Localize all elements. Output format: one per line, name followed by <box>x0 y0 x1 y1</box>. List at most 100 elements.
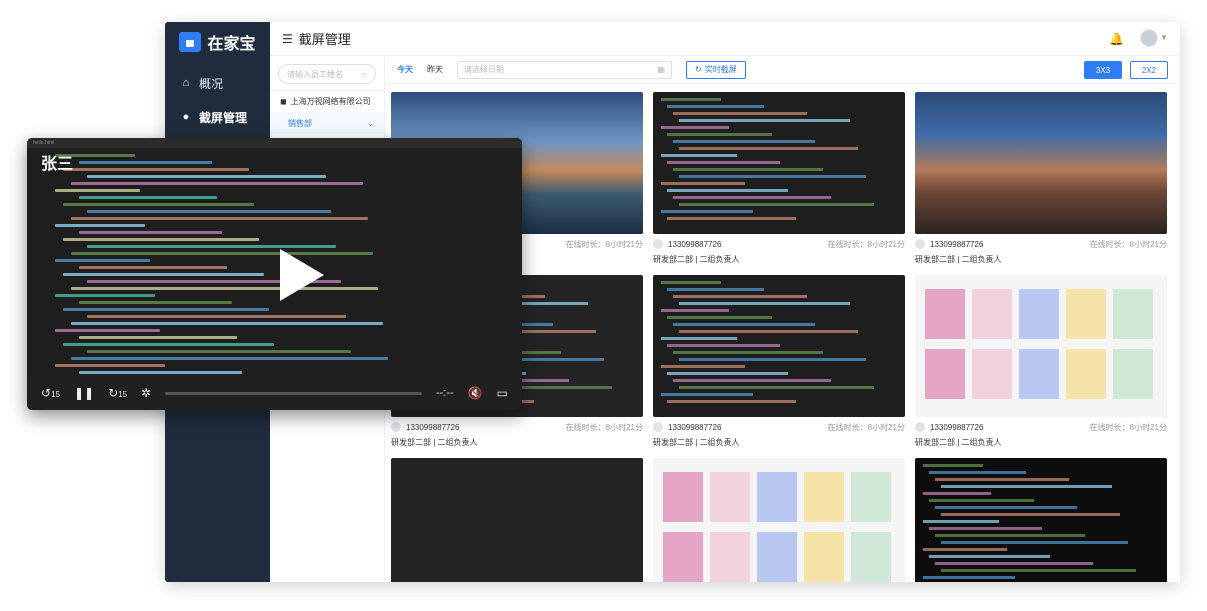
screenshot-content-line <box>923 464 983 467</box>
screenshot-content-line <box>667 133 772 136</box>
screenshot-content-line <box>661 393 753 396</box>
code-line <box>55 189 140 192</box>
code-line <box>71 287 378 290</box>
screenshot-content-block <box>663 532 703 582</box>
code-line <box>63 343 274 346</box>
online-duration: 在线时长：8小时21分 <box>827 422 905 432</box>
code-line <box>63 203 254 206</box>
sidebar-item-screenshot-management[interactable]: ● 截屏管理 <box>165 100 270 134</box>
screenshot-content-line <box>667 316 772 319</box>
screenshot-content-block <box>851 532 891 582</box>
screenshot-content-line <box>661 337 737 340</box>
online-duration: 在线时长：8小时21分 <box>565 239 643 249</box>
screenshot-card[interactable] <box>915 458 1167 582</box>
code-line <box>87 210 331 213</box>
screenshot-content-line <box>679 330 858 333</box>
screenshot-content-block <box>851 472 891 522</box>
grid-3x3-button[interactable]: 3X3 <box>1084 61 1122 79</box>
logo-text: 在家宝 <box>207 36 256 53</box>
screenshot-card[interactable]: 133099887726 在线时长：8小时21分 研发部二部 | 二组负责人 <box>915 275 1167 449</box>
screenshot-content-line <box>661 365 745 368</box>
screenshot-content-block <box>804 532 844 582</box>
bell-icon[interactable]: 🔔 <box>1109 32 1124 46</box>
tab-yesterday[interactable]: 昨天 <box>427 64 443 75</box>
refresh-icon: ↻ <box>695 65 702 74</box>
online-duration: 在线时长：8小时21分 <box>1089 422 1167 432</box>
code-line <box>71 322 383 325</box>
screenshot-thumbnail[interactable] <box>653 92 905 234</box>
page-title: 截屏管理 <box>298 32 351 47</box>
tab-today[interactable]: 今天 <box>397 64 413 75</box>
user-department: 研发部二部 | 二组负责人 <box>653 438 740 447</box>
screenshot-card[interactable]: 133099887726 在线时长：8小时21分 研发部二部 | 二组负责人 <box>653 275 905 449</box>
screenshot-card[interactable] <box>391 458 643 582</box>
screenshot-thumbnail[interactable] <box>391 458 643 582</box>
progress-bar[interactable] <box>165 391 422 395</box>
screenshot-content-line <box>673 351 823 354</box>
screenshot-content-line <box>929 555 1050 558</box>
realtime-screenshot-button[interactable]: ↻ 实时截屏 <box>686 60 746 79</box>
screenshot-content-line <box>661 281 721 284</box>
online-duration: 在线时长：8小时21分 <box>565 422 643 432</box>
sidebar-item-overview[interactable]: ⌂ 概况 <box>165 66 270 100</box>
screenshot-content-block <box>1019 349 1059 399</box>
player-controls: ↺15 ❚❚ ↻15 ✲ --:-- 🔇 ▭ <box>27 376 522 410</box>
screenshot-content-block <box>925 289 965 339</box>
airplay-icon[interactable]: ▭ <box>497 386 508 400</box>
search-icon: ○ <box>362 69 367 79</box>
screenshot-content-line <box>923 548 1007 551</box>
skip-back-seconds: 15 <box>51 390 60 399</box>
date-picker[interactable]: 请选择日期 ▦ <box>457 60 672 79</box>
menu-fold-icon[interactable]: ☰ <box>282 32 293 46</box>
screenshot-content-block <box>972 349 1012 399</box>
screenshot-content-block <box>1066 289 1106 339</box>
avatar[interactable] <box>1140 29 1158 47</box>
screenshot-card[interactable]: 133099887726 在线时长：8小时21分 研发部二部 | 二组负责人 <box>653 92 905 266</box>
screenshot-content-line <box>673 196 831 199</box>
video-player[interactable]: hello.html 张三 ↺15 ❚❚ ↻15 ✲ --:-- 🔇 ▭ <box>27 138 522 410</box>
grid-2x2-button[interactable]: 2X2 <box>1130 61 1168 79</box>
screenshot-thumbnail[interactable] <box>653 458 905 582</box>
user-phone: 133099887726 <box>930 239 984 249</box>
screenshot-content-line <box>941 485 1112 488</box>
tree-company-node[interactable]: ◼ 上海万视网络有限公司 <box>270 90 384 112</box>
screenshot-thumbnail[interactable] <box>915 458 1167 582</box>
screenshot-content-line <box>673 323 815 326</box>
code-line <box>87 175 326 178</box>
mute-icon[interactable]: 🔇 <box>468 386 483 400</box>
top-bar: ☰ 截屏管理 🔔 ▼ <box>270 22 1180 56</box>
screenshot-content-line <box>679 203 874 206</box>
employee-search-input[interactable]: 请输入员工姓名 ○ <box>278 64 376 84</box>
user-avatar <box>915 422 925 432</box>
screenshot-content-line <box>673 168 823 171</box>
screenshot-content-line <box>923 492 991 495</box>
skip-back-button[interactable]: ↺15 <box>41 386 60 400</box>
skip-forward-button[interactable]: ↻15 <box>108 386 127 400</box>
code-line <box>79 196 217 199</box>
screenshot-content-line <box>667 400 796 403</box>
code-line <box>71 182 363 185</box>
play-icon[interactable] <box>280 249 324 301</box>
code-line <box>87 315 346 318</box>
code-line <box>79 266 227 269</box>
card-user-row: 133099887726 在线时长：8小时21分 <box>653 234 905 254</box>
chevron-down-icon[interactable]: ▼ <box>1160 33 1168 42</box>
screenshot-content-block <box>925 349 965 399</box>
pause-icon[interactable]: ❚❚ <box>74 386 94 400</box>
screenshot-content-line <box>923 520 999 523</box>
department-name: 销售部 <box>288 118 312 128</box>
screenshot-content-line <box>923 576 1015 579</box>
screenshot-content-line <box>673 112 807 115</box>
screenshot-content-line <box>661 309 729 312</box>
online-duration: 在线时长：8小时21分 <box>827 239 905 249</box>
screenshot-content-line <box>667 189 788 192</box>
user-name-label: 张三 <box>41 156 74 173</box>
code-line <box>55 329 160 332</box>
tree-department-node[interactable]: 销售部 ⌄ <box>270 112 384 134</box>
screenshot-thumbnail[interactable] <box>915 92 1167 234</box>
screenshot-thumbnail[interactable] <box>915 275 1167 417</box>
screenshot-card[interactable]: 133099887726 在线时长：8小时21分 研发部二部 | 二组负责人 <box>915 92 1167 266</box>
screenshot-card[interactable] <box>653 458 905 582</box>
screenshot-thumbnail[interactable] <box>653 275 905 417</box>
code-line <box>79 371 242 374</box>
